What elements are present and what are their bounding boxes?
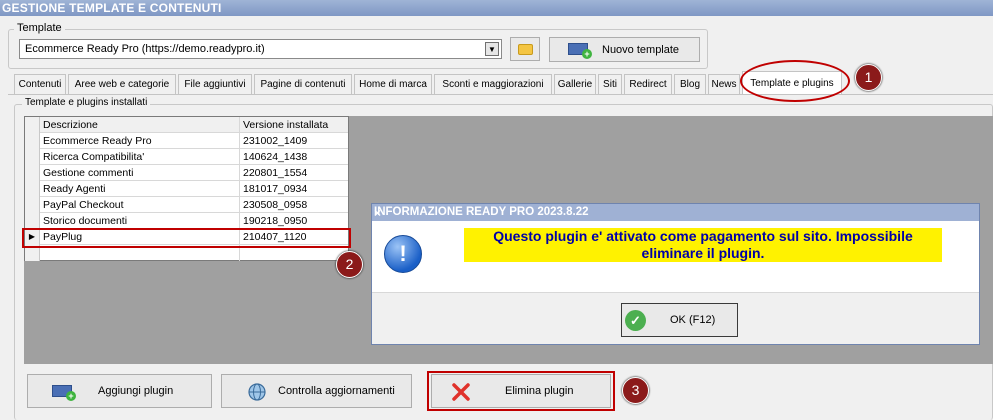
dialog-body: ! Questo plugin e' attivato come pagamen… xyxy=(372,221,979,293)
tab-gallerie[interactable]: Gallerie xyxy=(554,74,596,94)
tab-home-marca[interactable]: Home di marca xyxy=(354,74,432,94)
tab-strip: Contenuti Aree web e categorie File aggi… xyxy=(14,71,844,95)
column-header-versione[interactable]: Versione installata xyxy=(243,119,328,131)
cell-version: 220801_1554 xyxy=(243,167,308,179)
new-template-button[interactable]: + Nuovo template xyxy=(549,37,700,62)
table-row[interactable]: Storico documenti 190218_0950 xyxy=(25,213,348,229)
cell-description: Ready Agenti xyxy=(43,183,106,195)
ok-button-label: OK (F12) xyxy=(670,314,716,326)
highlight-delete-button xyxy=(427,371,615,411)
cell-description: Gestione commenti xyxy=(43,167,134,179)
tab-divider xyxy=(8,94,993,95)
window-title: GESTIONE TEMPLATE E CONTENUTI xyxy=(2,1,222,15)
cell-version: 140624_1438 xyxy=(243,151,308,163)
folder-icon xyxy=(518,44,533,55)
add-plugin-button[interactable]: + Aggiungi plugin xyxy=(27,374,212,408)
cell-version: 231002_1409 xyxy=(243,135,308,147)
tab-aree-web[interactable]: Aree web e categorie xyxy=(68,74,176,94)
ok-button[interactable]: ✓ OK (F12) xyxy=(621,303,738,337)
column-header-descrizione[interactable]: Descrizione xyxy=(43,119,98,131)
tab-sconti[interactable]: Sconti e maggiorazioni xyxy=(434,74,552,94)
installed-plugins-label: Template e plugins installati xyxy=(22,97,151,108)
annotation-badge-3: 3 xyxy=(622,377,649,404)
table-row[interactable]: PayPal Checkout 230508_0958 xyxy=(25,197,348,213)
dialog-message: Questo plugin e' attivato come pagamento… xyxy=(464,228,942,262)
cell-description: Ecommerce Ready Pro xyxy=(43,135,152,147)
highlight-row-payplug xyxy=(22,228,351,248)
tab-news[interactable]: News xyxy=(708,74,740,94)
cell-description: Ricerca Compatibilita' xyxy=(43,151,145,163)
info-icon: ! xyxy=(384,235,422,273)
template-select-value: Ecommerce Ready Pro (https://demo.readyp… xyxy=(25,43,265,55)
annotation-badge-1: 1 xyxy=(855,64,882,91)
add-template-icon: + xyxy=(568,43,592,59)
tab-redirect[interactable]: Redirect xyxy=(624,74,672,94)
info-dialog: INFORMAZIONE READY PRO 2023.8.22 × ! Que… xyxy=(371,203,980,345)
check-updates-label: Controlla aggiornamenti xyxy=(278,385,395,397)
table-row[interactable]: Ricerca Compatibilita' 140624_1438 xyxy=(25,149,348,165)
checkmark-icon: ✓ xyxy=(625,310,646,331)
table-row[interactable]: Gestione commenti 220801_1554 xyxy=(25,165,348,181)
table-row[interactable]: Ready Agenti 181017_0934 xyxy=(25,181,348,197)
new-template-label: Nuovo template xyxy=(602,44,680,56)
grid-header: Descrizione Versione installata xyxy=(25,117,348,133)
dialog-message-line2: eliminare il plugin. xyxy=(641,245,765,261)
tab-contenuti[interactable]: Contenuti xyxy=(14,74,66,94)
template-label: Template xyxy=(14,22,65,34)
highlight-oval-tab xyxy=(740,60,850,102)
cell-description: PayPal Checkout xyxy=(43,199,124,211)
template-select[interactable]: Ecommerce Ready Pro (https://demo.readyp… xyxy=(19,39,502,59)
cell-version: 181017_0934 xyxy=(243,183,308,195)
open-folder-button[interactable] xyxy=(510,37,540,61)
dialog-message-line1: Questo plugin e' attivato come pagamento… xyxy=(493,228,913,244)
check-updates-button[interactable]: Controlla aggiornamenti xyxy=(221,374,412,408)
dropdown-arrow-icon[interactable]: ▼ xyxy=(485,42,499,56)
add-plugin-label: Aggiungi plugin xyxy=(98,385,174,397)
globe-refresh-icon xyxy=(248,383,266,401)
tab-file-aggiuntivi[interactable]: File aggiuntivi xyxy=(178,74,252,94)
tab-pagine-contenuti[interactable]: Pagine di contenuti xyxy=(254,74,352,94)
cell-version: 190218_0950 xyxy=(243,215,308,227)
tab-siti[interactable]: Siti xyxy=(598,74,622,94)
table-row[interactable]: Ecommerce Ready Pro 231002_1409 xyxy=(25,133,348,149)
annotation-badge-2: 2 xyxy=(336,251,363,278)
window-title-bar: GESTIONE TEMPLATE E CONTENUTI xyxy=(0,0,993,16)
dialog-title-bar: INFORMAZIONE READY PRO 2023.8.22 × xyxy=(372,204,979,221)
tab-blog[interactable]: Blog xyxy=(674,74,706,94)
add-plugin-icon: + xyxy=(52,385,76,401)
cell-description: Storico documenti xyxy=(43,215,128,227)
close-icon[interactable]: × xyxy=(374,206,974,220)
cell-version: 230508_0958 xyxy=(243,199,308,211)
